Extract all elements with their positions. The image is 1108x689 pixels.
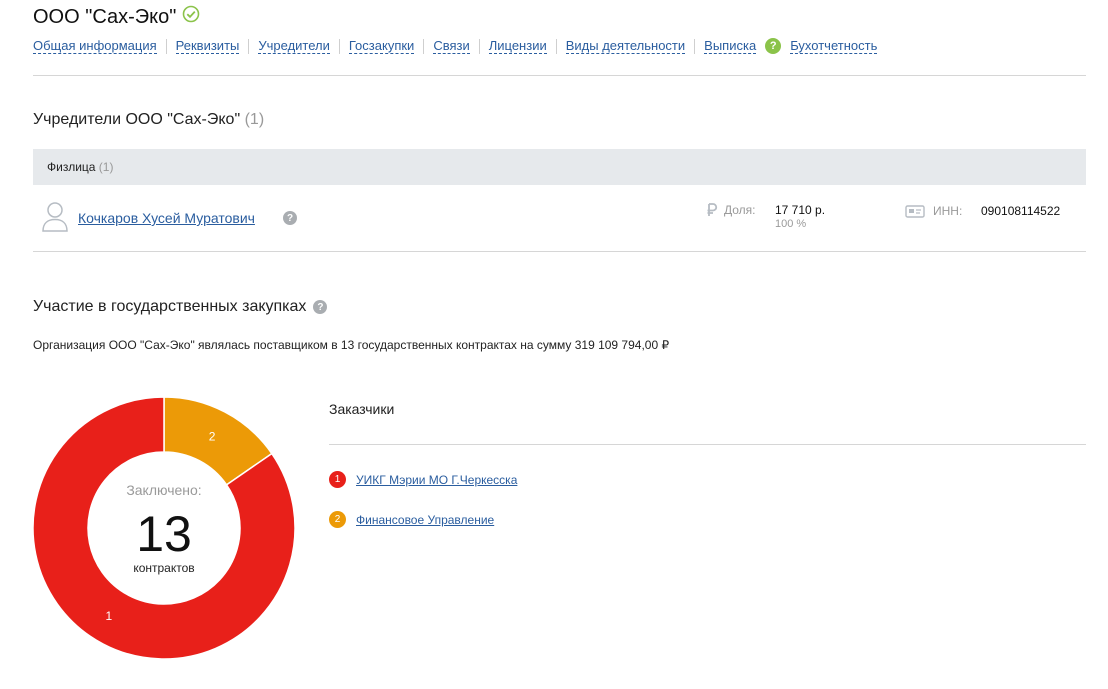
customer-index-badge: 2: [329, 511, 346, 528]
company-name: ООО "Сах-Эко": [33, 5, 177, 28]
donut-slice-label: 2: [209, 429, 216, 443]
founders-count: (1): [244, 111, 265, 128]
customer-link[interactable]: УИКГ Мэрии МО Г.Черкесска: [356, 473, 517, 487]
inn-value: 090108114522: [981, 204, 1061, 218]
founders-heading: Учредители ООО "Сах-Эко" (1): [33, 111, 264, 129]
customer-item: 2 Финансовое Управление: [329, 511, 494, 528]
procurement-heading: Участие в государственных закупках ?: [33, 298, 328, 316]
group-label-text: Физлица: [47, 160, 96, 174]
nav-activities[interactable]: Виды деятельности: [565, 38, 686, 54]
nav-divider: [478, 38, 480, 54]
nav-divider: [555, 38, 557, 54]
founder-name-link[interactable]: Кочкаров Хусей Муратович: [78, 210, 255, 226]
donut-center-label: Заключено:: [126, 482, 202, 498]
nav-divider: [423, 38, 425, 54]
nav-requisites[interactable]: Реквизиты: [175, 38, 240, 54]
company-title: ООО "Сах-Эко": [33, 5, 200, 29]
group-label: Физлица (1): [47, 160, 113, 174]
customer-item: 1 УИКГ Мэрии МО Г.Черкесска: [329, 471, 517, 488]
verified-check-icon: [182, 5, 200, 29]
id-card-icon: [905, 205, 925, 218]
customer-link[interactable]: Финансовое Управление: [356, 513, 494, 527]
inn-label-text: ИНН:: [933, 204, 963, 218]
founder-row: Кочкаров Хусей Муратович ? Доля: 17 710 …: [33, 186, 1086, 252]
help-icon[interactable]: ?: [283, 211, 297, 225]
group-count: (1): [98, 160, 114, 174]
nav-accounting[interactable]: Бухотчетность: [790, 38, 878, 54]
person-icon: [41, 201, 69, 238]
divider: [33, 75, 1086, 76]
divider: [329, 444, 1086, 445]
share-percent: 100 %: [775, 218, 807, 230]
share-value: 17 710 р.: [775, 203, 826, 217]
nav-divider: [694, 38, 696, 54]
share-label: Доля:: [706, 203, 756, 217]
founders-heading-text: Учредители ООО "Сах-Эко": [33, 111, 241, 128]
donut-slice-label: 1: [105, 609, 112, 623]
nav-founders[interactable]: Учредители: [258, 38, 330, 54]
nav-divider: [248, 38, 250, 54]
customer-index-badge: 1: [329, 471, 346, 488]
nav-divider: [165, 38, 167, 54]
help-icon[interactable]: ?: [765, 38, 782, 54]
help-icon[interactable]: ?: [313, 300, 328, 314]
ruble-icon: [707, 203, 718, 216]
donut-center-value: 13: [136, 506, 192, 562]
founders-group-header: Физлица (1): [33, 149, 1086, 185]
nav-extract[interactable]: Выписка: [704, 38, 757, 54]
inn-label: ИНН:: [905, 204, 962, 218]
procurement-heading-text: Участие в государственных закупках: [33, 298, 307, 315]
donut-center-unit: контрактов: [133, 561, 195, 575]
nav-divider: [338, 38, 340, 54]
customers-title: Заказчики: [329, 401, 395, 417]
section-nav: Общая информация Реквизиты Учредители Го…: [33, 38, 878, 54]
share-label-text: Доля:: [724, 203, 756, 217]
nav-connections[interactable]: Связи: [433, 38, 470, 54]
procurement-description: Организация ООО "Сах-Эко" являлась поста…: [33, 338, 670, 352]
nav-procurement[interactable]: Госзакупки: [348, 38, 415, 54]
nav-general-info[interactable]: Общая информация: [33, 38, 157, 54]
nav-licenses[interactable]: Лицензии: [488, 38, 547, 54]
